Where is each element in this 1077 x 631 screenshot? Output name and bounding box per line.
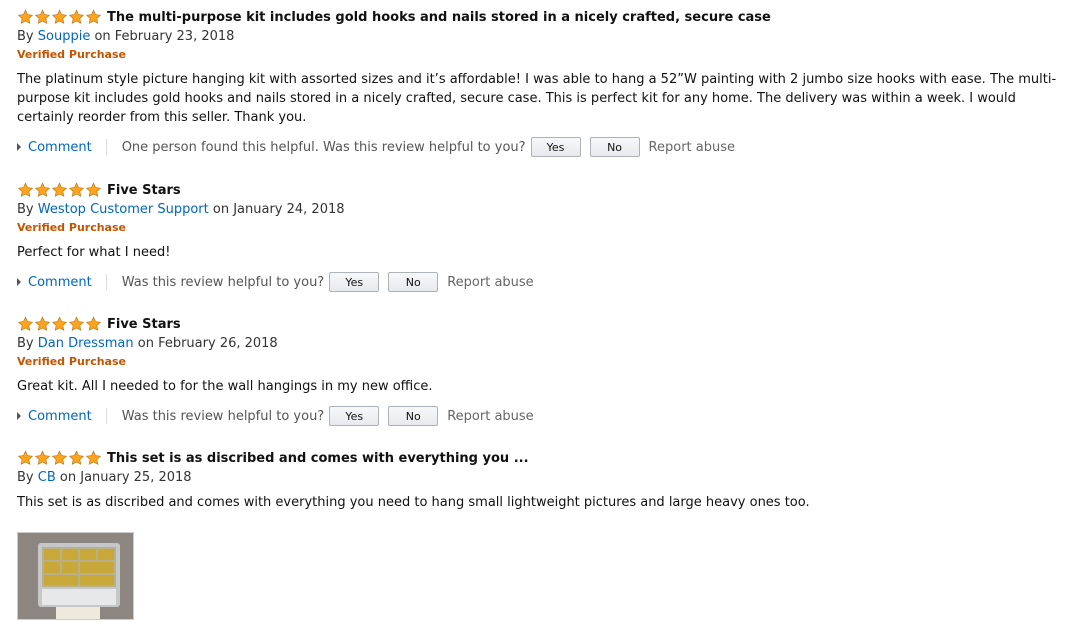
by-prefix: By — [17, 470, 34, 485]
star-icon — [85, 9, 102, 24]
yes-button[interactable]: Yes — [329, 272, 380, 292]
star-rating[interactable] — [17, 316, 102, 332]
star-icon — [68, 450, 85, 465]
author-link[interactable]: Dan Dressman — [38, 336, 134, 352]
star-icon — [34, 9, 51, 24]
caret-right-icon — [17, 143, 21, 151]
divider — [105, 408, 107, 424]
star-icon — [51, 9, 68, 24]
star-icon — [51, 316, 68, 331]
review-date: on January 24, 2018 — [212, 202, 345, 217]
review-byline: By Souppie on February 23, 2018 — [17, 29, 1062, 45]
review-header: This set is as discribed and comes with … — [17, 450, 1062, 466]
review-actions: Comment Was this review helpful to you? … — [17, 271, 1062, 293]
star-icon — [68, 9, 85, 24]
author-link[interactable]: CB — [38, 470, 56, 486]
review-actions: Comment Was this review helpful to you? … — [17, 405, 1062, 427]
review-2: Five Stars By Westop Customer Support on… — [17, 182, 1062, 293]
kit-case-image — [18, 533, 133, 619]
by-prefix: By — [17, 202, 34, 217]
star-icon — [51, 450, 68, 465]
review-date: on February 23, 2018 — [94, 29, 235, 44]
review-3: Five Stars By Dan Dressman on February 2… — [17, 316, 1062, 427]
no-button[interactable]: No — [388, 272, 439, 292]
verified-purchase-badge: Verified Purchase — [17, 48, 126, 61]
verified-purchase-badge: Verified Purchase — [17, 355, 126, 368]
review-photo-thumbnail[interactable] — [17, 532, 134, 620]
review-byline: By Dan Dressman on February 26, 2018 — [17, 336, 1062, 352]
review-actions: Comment One person found this helpful. W… — [17, 136, 1062, 158]
review-body: The platinum style picture hanging kit w… — [17, 72, 1057, 125]
divider — [105, 139, 107, 155]
star-rating[interactable] — [17, 9, 102, 25]
review-header: Five Stars — [17, 182, 1062, 198]
review-header: The multi-purpose kit includes gold hook… — [17, 9, 1062, 25]
review-title[interactable]: Five Stars — [107, 317, 181, 332]
review-title[interactable]: This set is as discribed and comes with … — [107, 451, 529, 466]
yes-button[interactable]: Yes — [329, 406, 380, 426]
review-title[interactable]: The multi-purpose kit includes gold hook… — [107, 10, 771, 25]
star-icon — [85, 316, 102, 331]
author-link[interactable]: Westop Customer Support — [38, 202, 209, 218]
helpful-text: Was this review helpful to you? — [121, 408, 325, 424]
review-body: Great kit. All I needed to for the wall … — [17, 379, 433, 394]
star-icon — [34, 182, 51, 197]
helpful-text: Was this review helpful to you? — [121, 274, 325, 290]
no-button[interactable]: No — [388, 406, 439, 426]
star-icon — [85, 182, 102, 197]
star-icon — [17, 9, 34, 24]
star-icon — [51, 182, 68, 197]
review-date: on February 26, 2018 — [137, 336, 278, 351]
report-abuse-link[interactable]: Report abuse — [649, 140, 735, 155]
review-body: This set is as discribed and comes with … — [17, 495, 810, 510]
caret-right-icon — [17, 412, 21, 420]
review-date: on January 25, 2018 — [59, 470, 192, 485]
report-abuse-link[interactable]: Report abuse — [447, 275, 533, 290]
report-abuse-link[interactable]: Report abuse — [447, 409, 533, 424]
review-byline: By Westop Customer Support on January 24… — [17, 202, 1062, 218]
yes-button[interactable]: Yes — [530, 137, 581, 157]
review-byline: By CB on January 25, 2018 — [17, 470, 1062, 486]
star-icon — [17, 316, 34, 331]
divider — [105, 274, 107, 290]
review-4: This set is as discribed and comes with … — [17, 450, 1062, 512]
star-icon — [34, 450, 51, 465]
caret-right-icon — [17, 278, 21, 286]
helpful-text: One person found this helpful. Was this … — [121, 139, 526, 155]
star-icon — [17, 182, 34, 197]
by-prefix: By — [17, 336, 34, 351]
star-icon — [85, 450, 102, 465]
star-rating[interactable] — [17, 450, 102, 466]
comment-link[interactable]: Comment — [28, 409, 92, 424]
star-icon — [68, 316, 85, 331]
star-icon — [17, 450, 34, 465]
review-header: Five Stars — [17, 316, 1062, 332]
by-prefix: By — [17, 29, 34, 44]
star-icon — [34, 316, 51, 331]
star-icon — [68, 182, 85, 197]
star-rating[interactable] — [17, 182, 102, 198]
no-button[interactable]: No — [589, 137, 640, 157]
comment-link[interactable]: Comment — [28, 275, 92, 290]
author-link[interactable]: Souppie — [38, 29, 91, 45]
review-title[interactable]: Five Stars — [107, 183, 181, 198]
comment-link[interactable]: Comment — [28, 140, 92, 155]
review-body: Perfect for what I need! — [17, 245, 171, 260]
review-1: The multi-purpose kit includes gold hook… — [17, 9, 1062, 158]
verified-purchase-badge: Verified Purchase — [17, 221, 126, 234]
